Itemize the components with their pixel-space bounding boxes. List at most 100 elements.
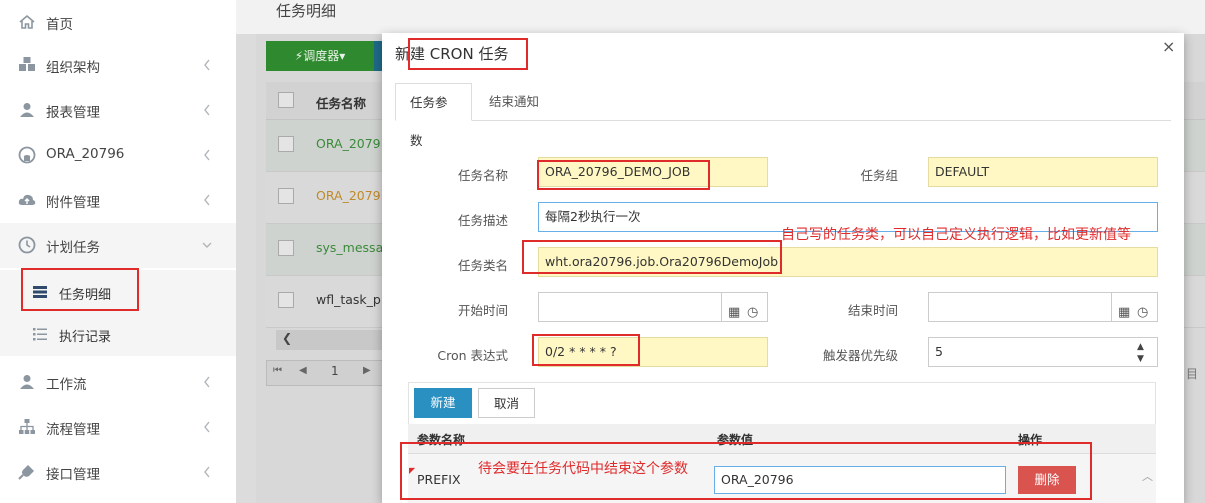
github-icon [18,146,36,164]
row-checkbox[interactable] [278,136,294,152]
home-icon [18,13,36,31]
user-icon [18,101,36,119]
task-name-input[interactable]: ORA_20796_DEMO_JOB [538,157,768,187]
chevron-left-icon [202,375,212,389]
priority-value: 5 [935,344,943,359]
row-name: wfl_task_pr [316,292,386,307]
new-param-button[interactable]: 新建 [414,388,472,418]
task-group-input[interactable]: DEFAULT [928,157,1158,187]
dialog-title: 新建 CRON 任务 [395,45,509,63]
start-time-input[interactable]: ▦ ◷ [538,292,768,322]
param-grid-header: 参数名称 参数值 操作 [408,424,1156,454]
param-name-cell[interactable]: PREFIX [417,472,461,487]
tab-task-params[interactable]: 任务参数 [395,83,472,148]
clock-icon[interactable]: ◷ [747,299,758,327]
sidebar-item-label: ORA_20796 [46,146,125,162]
chevron-left-icon [202,193,212,207]
start-time-label: 开始时间 [457,303,508,318]
scheduler-button[interactable]: ⚡调度器▾ [266,41,374,71]
priority-spinner[interactable]: 5 ▲ ▼ [928,337,1158,367]
sidebar-subitem-label: 执行记录 [59,330,112,345]
plug-icon [18,463,36,481]
sidebar: 首页 组织架构 报表管理 ORA_20796 附件管理 计划任务 任务明细 执行… [0,0,236,503]
cubes-icon [18,56,36,74]
new-cron-task-dialog: 新建 CRON 任务 × 任务参数 结束通知 任务名称 ORA_20796_DE… [382,33,1184,503]
clock-icon[interactable]: ◷ [1137,299,1148,327]
priority-label: 触发器优先级 [822,348,898,363]
task-desc-label: 任务描述 [457,213,508,228]
sidebar-item-process[interactable]: 流程管理 [0,405,236,450]
column-header-param-name: 参数名称 [417,433,466,447]
pager-info: 目 [1186,367,1199,381]
calendar-icon[interactable]: ▦ [728,299,740,327]
dialog-tabs: 任务参数 结束通知 [395,83,1171,148]
sidebar-item-attachments[interactable]: 附件管理 [0,178,236,223]
close-icon[interactable]: × [1162,37,1175,56]
cloud-upload-icon [18,191,36,209]
chevron-left-icon [202,148,212,162]
horizontal-scrollbar[interactable]: ❮ [276,330,386,350]
tab-end-notify[interactable]: 结束通知 [475,83,553,121]
grid-scroll-up-icon[interactable]: ︿ [1142,468,1153,484]
delete-param-button[interactable]: 删除 [1018,466,1076,494]
chevron-left-icon [202,103,212,117]
chevron-down-icon [202,238,212,252]
row-checkbox[interactable] [278,188,294,204]
clock-icon [18,236,36,254]
page-title: 任务明细 [276,2,337,20]
pager-current-page: 1 [331,364,339,378]
sidebar-item-workflow[interactable]: 工作流 [0,360,236,405]
column-header-name: 任务名称 [316,96,367,111]
spinner-down-icon[interactable]: ▼ [1137,345,1144,373]
cancel-param-button[interactable]: 取消 [478,388,535,418]
list-icon [32,326,48,342]
sidebar-item-label: 首页 [46,17,73,33]
end-time-label: 结束时间 [847,303,898,318]
sidebar-subitem-task-detail[interactable]: 任务明细 [0,270,236,314]
task-name-label: 任务名称 [457,168,508,183]
task-class-input[interactable]: wht.ora20796.job.Ora20796DemoJob [538,247,1158,277]
row-name: ORA_2079 [316,136,381,151]
cron-label: Cron 表达式 [437,348,508,363]
sidebar-item-label: 流程管理 [46,422,100,438]
sidebar-item-label: 计划任务 [46,240,100,256]
tasks-icon [32,284,48,300]
sidebar-item-organization[interactable]: 组织架构 [0,43,236,88]
cron-input[interactable]: 0/2 * * * * ? [538,337,768,367]
sidebar-item-label: 报表管理 [46,105,100,121]
page-header: 任务明细 [236,0,1205,34]
row-checkbox[interactable] [278,292,294,308]
task-class-label: 任务类名 [457,258,508,273]
task-group-label: 任务组 [860,168,898,183]
toolbar-button[interactable] [374,41,382,71]
sidebar-item-interface[interactable]: 接口管理 [0,450,236,495]
sidebar-item-label: 工作流 [46,377,87,393]
select-all-checkbox[interactable] [278,92,294,108]
sidebar-subitem-execution-log[interactable]: 执行记录 [0,312,236,356]
param-annotation: 待会要在任务代码中结束这个参数 [478,461,688,477]
end-time-input[interactable]: ▦ ◷ [928,292,1158,322]
chevron-left-icon [202,420,212,434]
sidebar-item-scheduled-tasks[interactable]: 计划任务 [0,223,236,268]
param-value-input[interactable]: ORA_20796 [714,466,1006,494]
row-name: ORA_2079 [316,188,381,203]
class-annotation: 自己写的任务类，可以自己定义执行逻辑，比如更新值等 [781,227,1131,243]
calendar-icon[interactable]: ▦ [1118,299,1130,327]
user-icon [18,373,36,391]
row-checkbox[interactable] [278,240,294,256]
scheduler-label: 调度器 [303,49,340,63]
sidebar-subitem-label: 任务明细 [59,288,112,303]
chevron-left-icon [202,465,212,479]
sidebar-item-reports[interactable]: 报表管理 [0,88,236,133]
sidebar-item-label: 组织架构 [46,60,100,76]
sidebar-item-ora[interactable]: ORA_20796 [0,133,236,178]
sidebar-item-label: 附件管理 [46,195,100,211]
start-time-picker[interactable]: ▦ ◷ [721,293,767,321]
end-time-picker[interactable]: ▦ ◷ [1111,293,1157,321]
chevron-left-icon [202,58,212,72]
row-name: sys_messa [316,240,384,255]
sitemap-icon [18,418,36,436]
pager[interactable]: ⏮ ◀ 1 ▶ [266,360,386,386]
dirty-marker-icon: ◤ [409,466,416,475]
sidebar-item-home[interactable]: 首页 [0,0,236,45]
